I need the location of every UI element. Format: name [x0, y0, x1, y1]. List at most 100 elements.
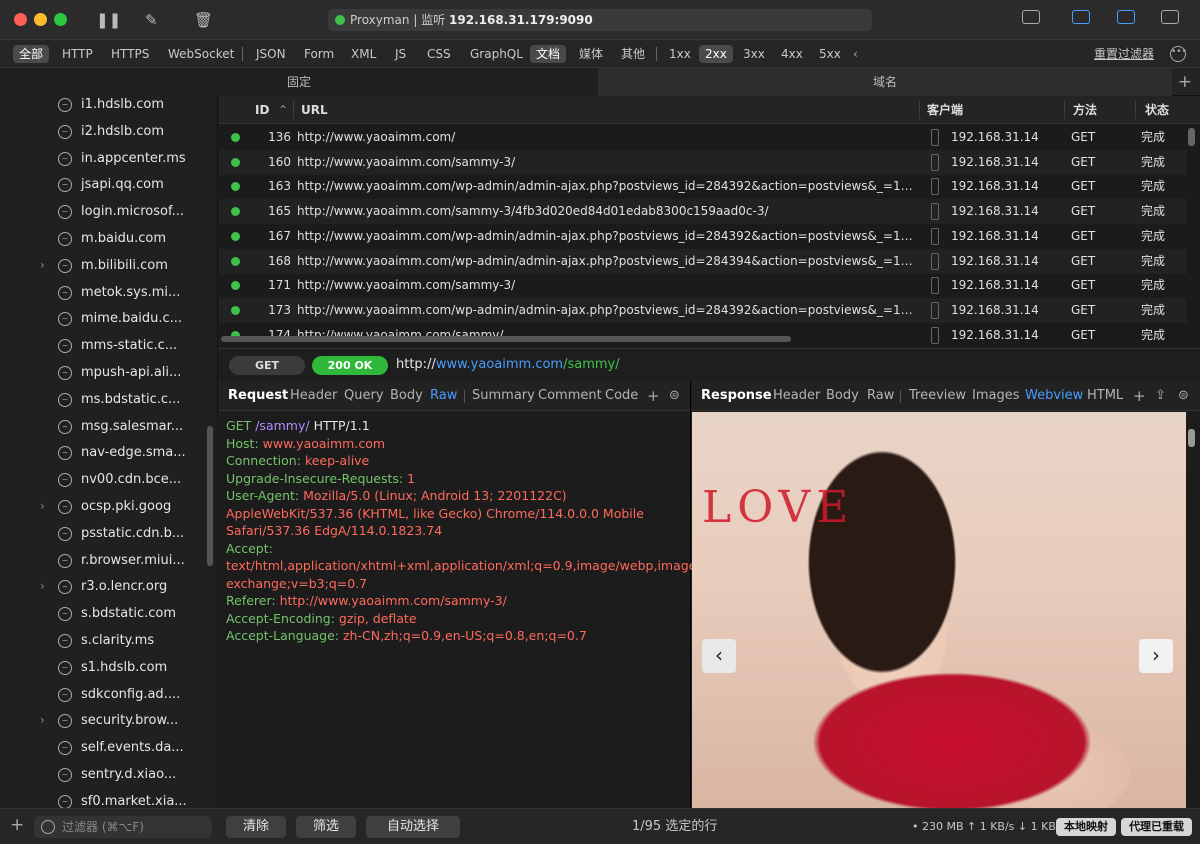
- tab-request-header[interactable]: Header: [290, 381, 337, 411]
- chevron-right-icon[interactable]: ›: [40, 252, 45, 279]
- sidebar-domain-item[interactable]: › ~ security.brow...: [0, 707, 217, 734]
- filter-websocket[interactable]: WebSocket: [162, 45, 240, 63]
- reset-filters-link[interactable]: 重置过滤器: [1094, 45, 1154, 63]
- sidebar-domain-item[interactable]: ~ mime.baidu.c...: [0, 305, 217, 332]
- left-sidebar-toggle-icon[interactable]: [1072, 10, 1090, 24]
- sidebar-domain-item[interactable]: ~ in.appcenter.ms: [0, 145, 217, 172]
- request-url[interactable]: http://www.yaoaimm.com/sammy/: [396, 349, 620, 381]
- bottom-panel-toggle-icon[interactable]: [1117, 10, 1135, 24]
- sidebar-domain-item[interactable]: ~ m.baidu.com: [0, 225, 217, 252]
- sidebar-domain-item[interactable]: ~ sentry.d.xiao...: [0, 761, 217, 788]
- filter-https[interactable]: HTTPS: [105, 45, 155, 63]
- table-row[interactable]: 160 http://www.yaoaimm.com/sammy-3/192.16…: [219, 149, 1187, 175]
- previous-image-button[interactable]: ‹: [702, 639, 736, 673]
- add-tab-icon[interactable]: +: [1178, 72, 1192, 92]
- sidebar-domain-item[interactable]: ~ jsapi.qq.com: [0, 171, 217, 198]
- filter-document[interactable]: 文档: [530, 45, 567, 63]
- proxy-overridden-badge[interactable]: 代理已重载: [1121, 818, 1192, 836]
- clear-button[interactable]: 清除: [226, 816, 286, 838]
- local-map-badge[interactable]: 本地映射: [1056, 818, 1116, 836]
- response-scrollbar[interactable]: [1188, 429, 1195, 447]
- tab-response-webview[interactable]: Webview: [1025, 381, 1083, 411]
- tab-response-treeview[interactable]: Treeview: [909, 381, 966, 411]
- tab-request-comment[interactable]: Comment: [538, 381, 602, 411]
- filter-button[interactable]: 筛选: [296, 816, 356, 838]
- sidebar-domain-item[interactable]: ~ nav-edge.sma...: [0, 439, 217, 466]
- share-icon[interactable]: ⇪: [1155, 388, 1166, 404]
- filter-3xx[interactable]: 3xx: [737, 45, 771, 63]
- add-icon[interactable]: +: [10, 815, 24, 835]
- window-layout-icon[interactable]: [1022, 10, 1040, 24]
- options-icon[interactable]: ⊜: [669, 388, 680, 404]
- tab-response-images[interactable]: Images: [972, 381, 1020, 411]
- filter-css[interactable]: CSS: [421, 45, 457, 63]
- filter-http[interactable]: HTTP: [56, 45, 99, 63]
- table-row[interactable]: 174 http://www.yaoaimm.com/sammy/192.168.…: [219, 323, 1187, 346]
- sidebar-domain-item[interactable]: ~ sdkconfig.ad....: [0, 681, 217, 708]
- filter-media[interactable]: 媒体: [573, 45, 609, 63]
- filter-form[interactable]: Form: [298, 45, 340, 63]
- sidebar-domain-item[interactable]: ~ psstatic.cdn.b...: [0, 520, 217, 547]
- minimize-window-button[interactable]: [34, 13, 47, 26]
- chevron-left-icon[interactable]: ‹: [847, 45, 864, 63]
- right-sidebar-toggle-icon[interactable]: [1161, 10, 1179, 24]
- sidebar-domain-item[interactable]: › ~ ocsp.pki.goog: [0, 493, 217, 520]
- filter-all[interactable]: 全部: [13, 45, 50, 63]
- chevron-right-icon[interactable]: ›: [40, 707, 45, 734]
- trash-icon[interactable]: 🗑: [194, 10, 213, 30]
- sidebar-domain-item[interactable]: ~ r.browser.miui...: [0, 547, 217, 574]
- chevron-right-icon[interactable]: ›: [40, 573, 45, 600]
- sidebar-domain-item[interactable]: ~ sf0.market.xia...: [0, 788, 217, 808]
- chevron-right-icon[interactable]: ›: [40, 493, 45, 520]
- sidebar-domain-item[interactable]: ~ i2.hdslb.com: [0, 118, 217, 145]
- add-tab-icon[interactable]: +: [1133, 388, 1146, 404]
- sidebar-domain-item[interactable]: ~ metok.sys.mi...: [0, 279, 217, 306]
- auto-select-button[interactable]: 自动选择: [366, 816, 460, 838]
- more-options-icon[interactable]: •••: [1170, 46, 1187, 62]
- filter-4xx[interactable]: 4xx: [775, 45, 809, 63]
- table-row[interactable]: 163 http://www.yaoaimm.com/wp-admin/admin…: [219, 174, 1187, 199]
- compose-icon[interactable]: ✎: [145, 10, 158, 30]
- tab-response-html[interactable]: HTML: [1087, 381, 1123, 411]
- sidebar-domain-item[interactable]: ~ mms-static.c...: [0, 332, 217, 359]
- filter-5xx[interactable]: 5xx: [813, 45, 847, 63]
- tab-request-body[interactable]: Body: [390, 381, 423, 411]
- sidebar-domain-item[interactable]: ~ nv00.cdn.bce...: [0, 466, 217, 493]
- filter-xml[interactable]: XML: [345, 45, 382, 63]
- sidebar-domain-item[interactable]: ~ i1.hdslb.com: [0, 96, 217, 118]
- table-row[interactable]: 173 http://www.yaoaimm.com/wp-admin/admin…: [219, 297, 1187, 323]
- table-row[interactable]: 165 http://www.yaoaimm.com/sammy-3/4fb3d0…: [219, 199, 1187, 225]
- tab-request-raw[interactable]: Raw: [430, 381, 457, 411]
- column-header-url[interactable]: URL: [301, 96, 328, 124]
- sidebar-domain-item[interactable]: ~ msg.salesmar...: [0, 413, 217, 440]
- tab-pinned[interactable]: 固定: [0, 68, 598, 96]
- sidebar-domain-item[interactable]: ~ s.clarity.ms: [0, 627, 217, 654]
- options-icon[interactable]: ⊜: [1178, 388, 1189, 404]
- column-header-id[interactable]: ID: [255, 96, 269, 124]
- sidebar-domain-item[interactable]: ~ self.events.da...: [0, 734, 217, 761]
- sidebar-domain-item[interactable]: ~ ms.bdstatic.c...: [0, 386, 217, 413]
- filter-graphql[interactable]: GraphQL: [464, 45, 529, 63]
- column-header-status[interactable]: 状态: [1145, 96, 1169, 124]
- tab-request-summary[interactable]: Summary: [472, 381, 535, 411]
- sidebar-domain-item[interactable]: ~ s.bdstatic.com: [0, 600, 217, 627]
- filter-json[interactable]: JSON: [250, 45, 292, 63]
- filter-1xx[interactable]: 1xx: [663, 45, 697, 63]
- vertical-scrollbar[interactable]: [1188, 128, 1195, 146]
- sidebar-domain-item[interactable]: ~ login.microsof...: [0, 198, 217, 225]
- tab-response-body[interactable]: Body: [826, 381, 859, 411]
- tab-request-query[interactable]: Query: [344, 381, 384, 411]
- sidebar-scrollbar[interactable]: [207, 426, 213, 566]
- zoom-window-button[interactable]: [54, 13, 67, 26]
- column-header-client[interactable]: 客户端: [927, 96, 963, 124]
- filter-2xx[interactable]: 2xx: [699, 45, 733, 63]
- column-header-method[interactable]: 方法: [1073, 96, 1097, 124]
- close-window-button[interactable]: [14, 13, 27, 26]
- filter-input[interactable]: 过滤器 (⌘⌥F): [34, 816, 212, 838]
- tab-response-raw[interactable]: Raw: [867, 381, 894, 411]
- tab-request-code[interactable]: Code: [605, 381, 638, 411]
- filter-other[interactable]: 其他: [615, 45, 651, 63]
- table-row[interactable]: 136 http://www.yaoaimm.com/192.168.31.14 G…: [219, 125, 1187, 150]
- horizontal-scrollbar[interactable]: [221, 336, 791, 342]
- sidebar-domain-item[interactable]: ~ s1.hdslb.com: [0, 654, 217, 681]
